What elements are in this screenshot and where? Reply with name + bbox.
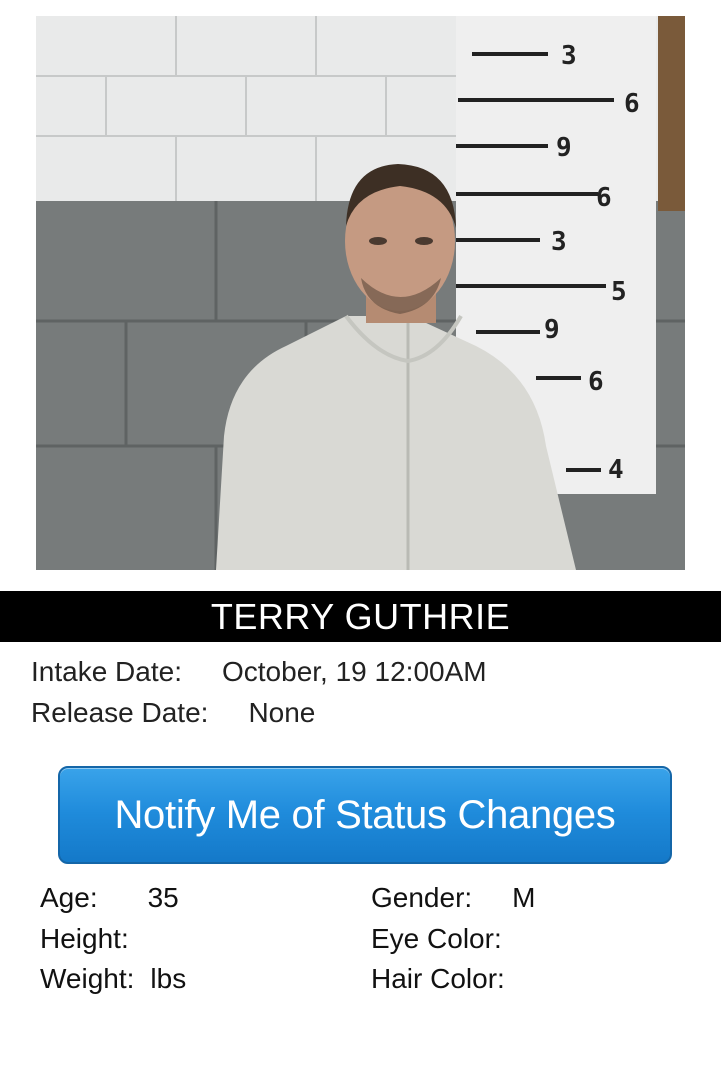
hair-color-row: Hair Color: xyxy=(371,963,517,995)
inmate-name-bar: TERRY GUTHRIE xyxy=(0,591,721,642)
hair-color-label: Hair Color: xyxy=(371,963,505,994)
height-row: Height: xyxy=(40,923,141,955)
ruler-mark: 9 xyxy=(556,133,572,163)
ruler-mark: 3 xyxy=(561,41,577,71)
ruler-mark: 3 xyxy=(551,227,567,257)
intake-date-label: Intake Date: xyxy=(31,656,182,687)
gender-row: Gender: M xyxy=(371,882,536,914)
notify-button-label: Notify Me of Status Changes xyxy=(114,792,616,837)
release-date-label: Release Date: xyxy=(31,697,209,728)
ruler-mark: 6 xyxy=(624,89,640,119)
inmate-name: TERRY GUTHRIE xyxy=(210,595,511,637)
mugshot-image: 3 6 9 6 3 5 9 6 4 xyxy=(36,16,685,570)
age-row: Age: 35 xyxy=(40,882,179,914)
ruler-mark: 6 xyxy=(596,183,612,213)
ruler-mark: 5 xyxy=(611,277,627,307)
ruler-mark: 6 xyxy=(588,367,604,397)
release-date-row: Release Date: None xyxy=(31,697,315,729)
ruler-mark: 9 xyxy=(544,315,560,345)
age-value: 35 xyxy=(147,882,179,913)
eye-color-label: Eye Color: xyxy=(371,923,502,954)
height-label: Height: xyxy=(40,923,129,954)
weight-row: Weight: lbs xyxy=(40,963,186,995)
weight-value: lbs xyxy=(150,963,187,994)
weight-label: Weight: xyxy=(40,963,135,994)
gender-label: Gender: xyxy=(371,882,473,913)
intake-date-row: Intake Date: October, 19 12:00AM xyxy=(31,656,487,688)
gender-value: M xyxy=(512,882,536,913)
ruler-mark: 4 xyxy=(608,455,624,485)
intake-date-value: October, 19 12:00AM xyxy=(221,656,487,687)
eye-color-row: Eye Color: xyxy=(371,923,514,955)
mugshot-photo: 3 6 9 6 3 5 9 6 4 xyxy=(36,16,685,570)
notify-status-changes-button[interactable]: Notify Me of Status Changes xyxy=(58,766,672,864)
age-label: Age: xyxy=(40,882,98,913)
release-date-value: None xyxy=(248,697,316,728)
